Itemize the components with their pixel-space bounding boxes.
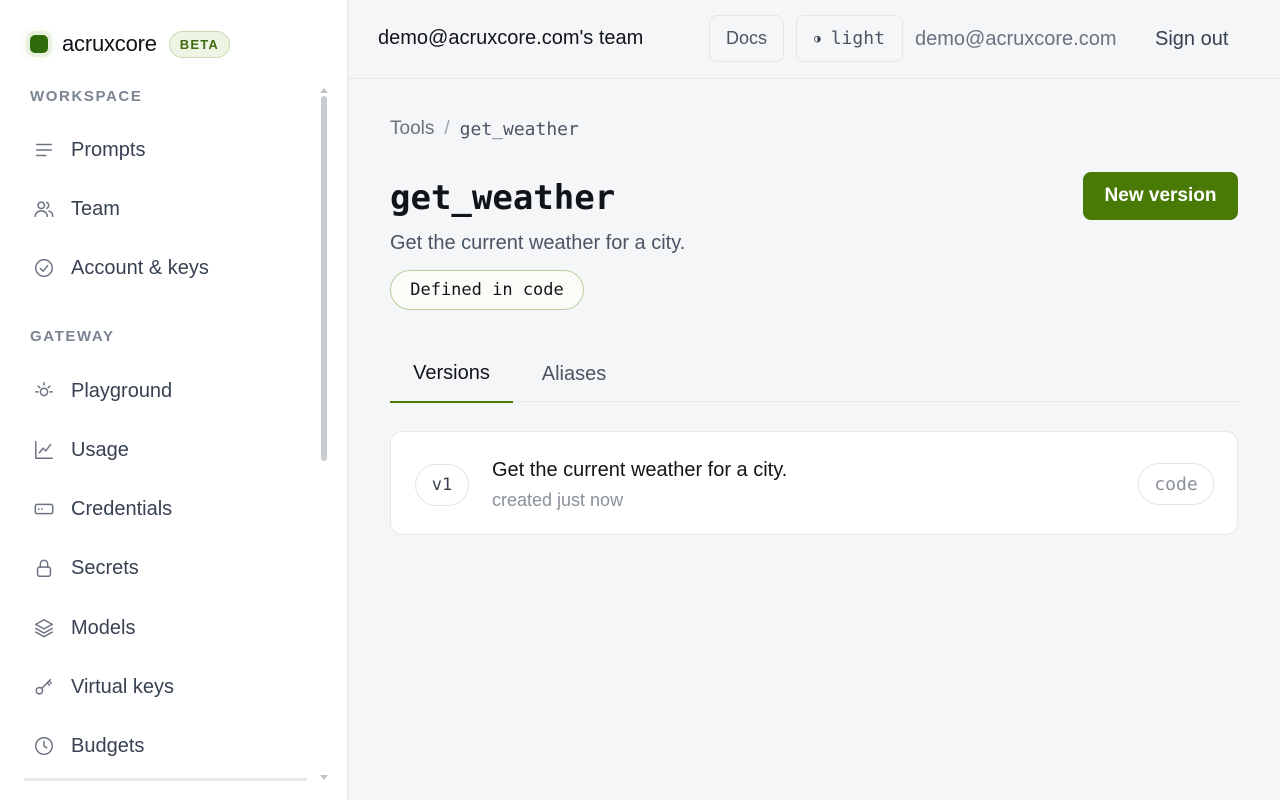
sidebar-item-label: Usage	[71, 438, 129, 461]
version-description: Get the current weather for a city.	[492, 459, 788, 481]
sidebar-item-label: Prompts	[71, 138, 146, 161]
sidebar-item-label: Credentials	[71, 497, 173, 520]
sidebar-scrollbar[interactable]	[318, 88, 328, 780]
users-icon	[32, 197, 56, 221]
sidebar-item-label: Playground	[71, 379, 173, 402]
tab-versions[interactable]: Versions	[390, 346, 513, 403]
sun-icon	[32, 379, 56, 403]
version-tag[interactable]: v1	[415, 464, 469, 506]
half-circle-icon: ◑	[814, 32, 821, 45]
sidebar-divider	[24, 778, 307, 781]
sidebar-item-label: Account & keys	[71, 256, 209, 279]
sidebar-item-playground[interactable]: Playground	[24, 368, 306, 414]
sidebar-item-account-keys[interactable]: Account & keys	[24, 245, 306, 291]
sidebar-item-models[interactable]: Models	[24, 605, 306, 651]
brand-name: acruxcore	[62, 31, 157, 56]
chart-icon	[32, 438, 56, 462]
lines-icon	[32, 138, 56, 162]
sidebar-item-budgets[interactable]: Budgets	[24, 723, 306, 769]
sidebar-item-prompts[interactable]: Prompts	[24, 127, 306, 173]
clock-icon	[32, 734, 56, 758]
top-header: demo@acruxcore.com's team Docs ◑ light d…	[348, 0, 1280, 79]
theme-toggle-button[interactable]: ◑ light	[796, 15, 903, 62]
card-icon	[32, 497, 56, 521]
section-title-workspace: WORKSPACE	[30, 88, 143, 105]
sidebar-item-credentials[interactable]: Credentials	[24, 486, 306, 532]
version-created: created just now	[492, 490, 624, 510]
version-source-badge: code	[1138, 463, 1214, 505]
breadcrumb-separator: /	[444, 118, 450, 139]
brand-logo-icon	[30, 35, 48, 53]
scroll-up-icon[interactable]	[320, 88, 328, 93]
defined-in-code-badge: Defined in code	[390, 270, 584, 310]
sidebar-item-usage[interactable]: Usage	[24, 427, 306, 473]
sidebar-item-label: Models	[71, 616, 136, 639]
tabs: Versions Aliases	[390, 346, 1238, 403]
scroll-down-icon[interactable]	[320, 775, 328, 780]
section-title-gateway: GATEWAY	[30, 328, 115, 345]
sidebar-item-virtual-keys[interactable]: Virtual keys	[24, 664, 306, 710]
sidebar-item-team[interactable]: Team	[24, 186, 306, 232]
breadcrumb-tools-link[interactable]: Tools	[390, 118, 434, 140]
tab-aliases[interactable]: Aliases	[525, 346, 623, 402]
beta-badge: BETA	[168, 30, 231, 58]
lock-icon	[32, 556, 56, 580]
user-email: demo@acruxcore.com	[915, 28, 1117, 50]
key-icon	[32, 675, 56, 699]
layers-icon	[32, 616, 56, 640]
sidebar-item-label: Team	[71, 197, 120, 220]
sidebar: acruxcore BETA WORKSPACE Prompts Team Ac…	[0, 0, 348, 800]
breadcrumb-current: get_weather	[459, 118, 579, 140]
sidebar-item-secrets[interactable]: Secrets	[24, 545, 306, 591]
theme-label: light	[830, 28, 885, 49]
team-name: demo@acruxcore.com's team	[378, 27, 644, 49]
sign-out-button[interactable]: Sign out	[1155, 28, 1228, 51]
tool-description: Get the current weather for a city.	[390, 232, 686, 254]
brand[interactable]: acruxcore BETA	[28, 28, 231, 60]
version-card[interactable]: v1 Get the current weather for a city. c…	[390, 431, 1238, 535]
sidebar-item-label: Secrets	[71, 556, 139, 579]
sidebar-item-label: Budgets	[71, 734, 145, 757]
sidebar-nav: WORKSPACE Prompts Team Account & keys GA…	[0, 86, 330, 780]
sidebar-item-label: Virtual keys	[71, 675, 175, 698]
breadcrumb: Tools / get_weather	[390, 118, 579, 140]
check-circle-icon	[32, 256, 56, 280]
page-title: get_weather	[390, 178, 616, 218]
scrollbar-thumb[interactable]	[321, 96, 327, 461]
new-version-button[interactable]: New version	[1083, 172, 1238, 220]
docs-button[interactable]: Docs	[709, 15, 784, 62]
